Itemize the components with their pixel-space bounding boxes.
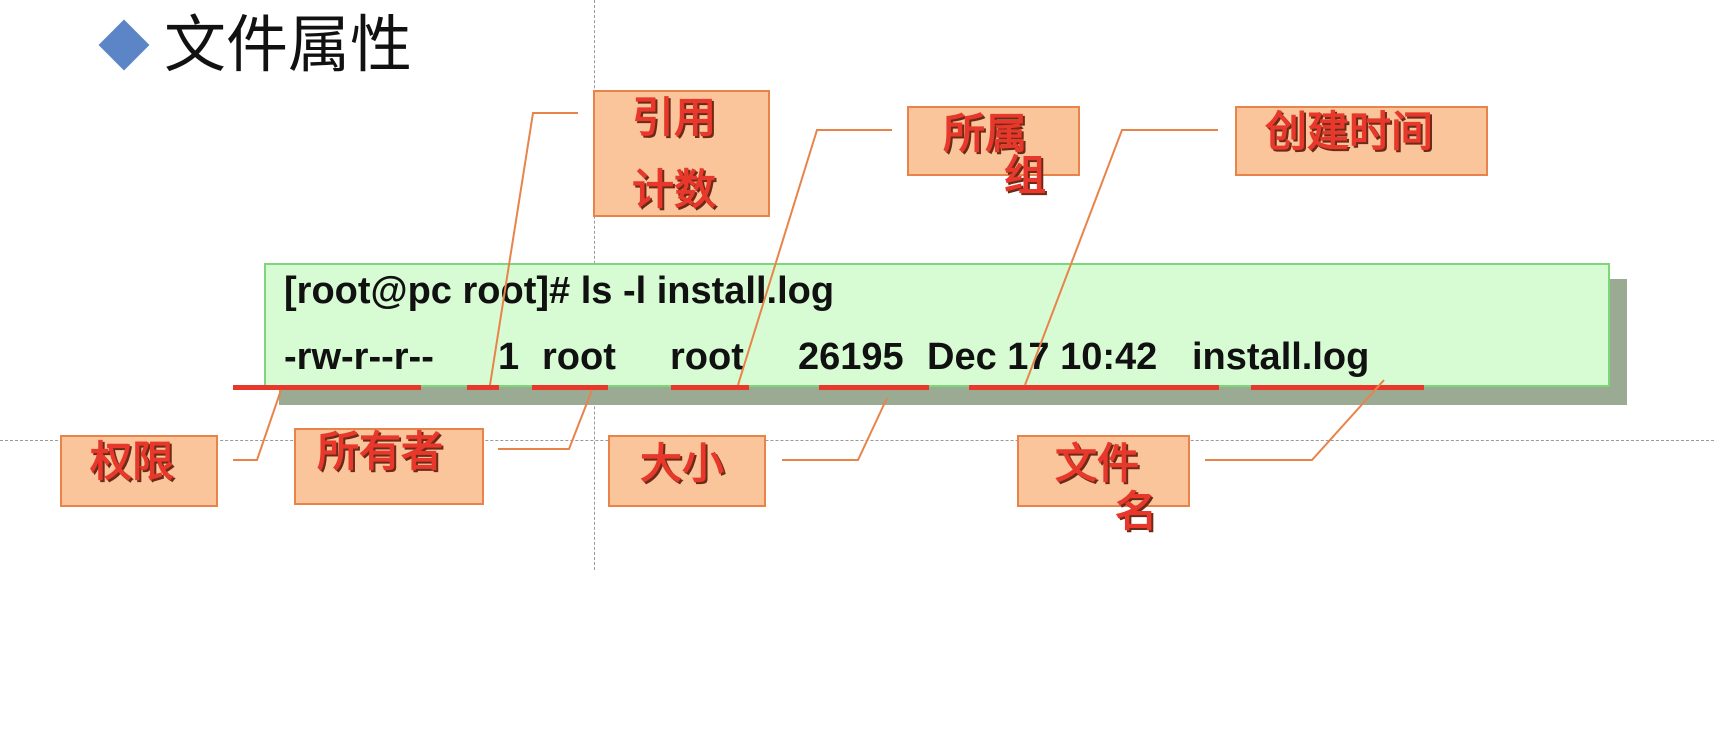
- leader-size: [782, 397, 888, 461]
- label-filename-line2: 名: [1115, 487, 1158, 536]
- label-owner: 所有者: [317, 427, 444, 476]
- leader-owner: [498, 389, 593, 450]
- label-size: 大小: [640, 439, 725, 488]
- label-ref-count-line1: 引用: [632, 93, 717, 142]
- label-created-time: 创建时间: [1265, 107, 1434, 156]
- leader-permissions: [233, 389, 282, 461]
- label-ref-count-line2: 计数: [632, 165, 717, 214]
- leader-ref-count: [489, 112, 578, 386]
- label-permissions: 权限: [90, 437, 175, 486]
- label-filename-line1: 文件: [1055, 439, 1140, 488]
- leader-lines: [233, 112, 1385, 461]
- leader-filename: [1205, 379, 1385, 461]
- label-group-line2: 组: [1004, 151, 1047, 200]
